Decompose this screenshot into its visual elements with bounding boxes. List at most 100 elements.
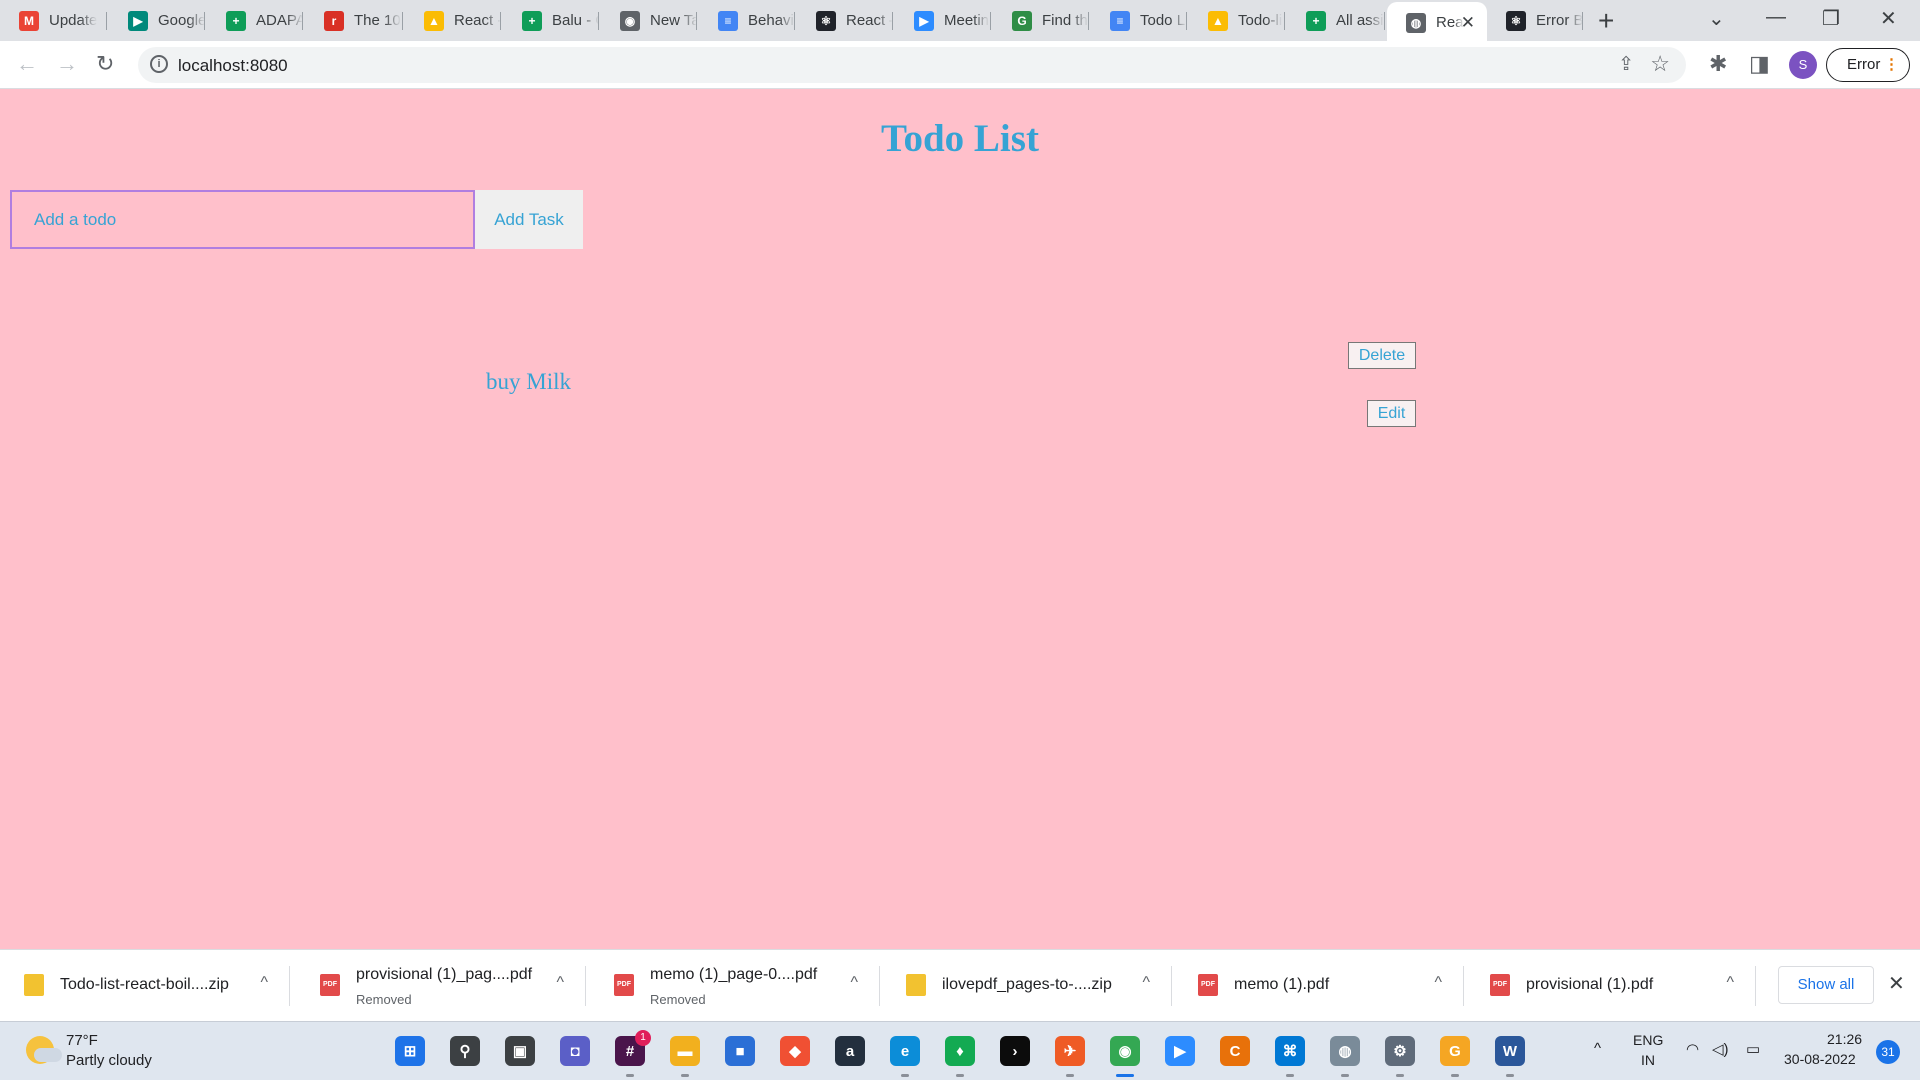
tab-label: Balu - G xyxy=(552,12,599,29)
chevron-up-icon[interactable]: ^ xyxy=(850,974,858,992)
tab[interactable]: ▲ Todo-li xyxy=(1189,0,1285,41)
address-bar[interactable]: i localhost:8080 ⇪ ☆ xyxy=(138,47,1686,83)
git-icon[interactable]: ◆ xyxy=(780,1036,810,1066)
chevron-up-icon[interactable]: ^ xyxy=(1142,974,1150,992)
tab[interactable]: ▶ Google xyxy=(109,0,205,41)
chevron-up-icon[interactable]: ^ xyxy=(260,974,268,992)
tab[interactable]: ▶ Meetin xyxy=(895,0,991,41)
clock-time[interactable]: 21:26 xyxy=(1827,1031,1862,1047)
download-item[interactable]: PDF provisional (1)_pag....pdf Removed ^ xyxy=(296,950,586,1022)
terminal-icon[interactable]: › xyxy=(1000,1036,1030,1066)
tab-label: All assi xyxy=(1336,12,1384,29)
todo-input[interactable] xyxy=(10,190,475,249)
page-title: Todo List xyxy=(881,117,1039,160)
download-item[interactable]: Todo-list-react-boil....zip ^ xyxy=(0,950,290,1022)
tab-label: Behavio xyxy=(748,12,795,29)
tab-search-icon[interactable]: ⌄ xyxy=(1708,6,1725,31)
chrome-icon[interactable]: ◉ xyxy=(1110,1036,1140,1066)
tab[interactable]: ≡ Behavio xyxy=(699,0,795,41)
tab-label: React – xyxy=(846,12,893,29)
window-close-button[interactable]: ✕ xyxy=(1880,6,1897,31)
bookmark-star-icon[interactable]: ☆ xyxy=(1650,51,1670,77)
google-sheets-icon: + xyxy=(522,10,542,31)
language-primary[interactable]: ENG xyxy=(1633,1032,1663,1048)
chevron-up-icon[interactable]: ^ xyxy=(556,974,564,992)
tab[interactable]: ≡ Todo Li xyxy=(1091,0,1187,41)
tab[interactable]: ◍ Rea ✕ xyxy=(1387,2,1487,43)
download-item[interactable]: ilovepdf_pages-to-....zip ^ xyxy=(882,950,1172,1022)
geeksforgeeks-icon: G xyxy=(1012,10,1032,31)
grammarly-icon[interactable]: G xyxy=(1440,1036,1470,1066)
copilot-icon[interactable]: C xyxy=(1220,1036,1250,1066)
downloads-bar: Todo-list-react-boil....zip ^ PDF provision… xyxy=(0,949,1920,1021)
tab-label: React - xyxy=(454,12,501,29)
extensions-icon[interactable]: ✱ xyxy=(1709,51,1727,77)
google-meet-icon: ▶ xyxy=(128,10,148,31)
add-task-button[interactable]: Add Task xyxy=(475,190,583,249)
amazon-icon[interactable]: a xyxy=(835,1036,865,1066)
tab[interactable]: G Find th xyxy=(993,0,1089,41)
error-button[interactable]: Error ⋮ xyxy=(1826,48,1910,82)
tab[interactable]: ▲ React - xyxy=(405,0,501,41)
tab[interactable]: ⚛ React – xyxy=(797,0,893,41)
profile-avatar[interactable]: S xyxy=(1789,51,1817,79)
network-globe-icon[interactable]: ◍ xyxy=(1330,1036,1360,1066)
word-icon[interactable]: W xyxy=(1495,1036,1525,1066)
edit-button[interactable]: Edit xyxy=(1367,400,1416,427)
divider xyxy=(879,966,880,1006)
windows-start-icon[interactable]: ⊞ xyxy=(395,1036,425,1066)
download-filename: provisional (1).pdf xyxy=(1526,976,1654,993)
tab-close-icon[interactable]: ✕ xyxy=(1461,13,1475,33)
google-sheets-icon: + xyxy=(1306,10,1326,31)
file-explorer-icon[interactable]: ▬ xyxy=(670,1036,700,1066)
teams-chat-icon[interactable]: ◘ xyxy=(560,1036,590,1066)
show-all-button[interactable]: Show all xyxy=(1778,966,1874,1004)
delete-button[interactable]: Delete xyxy=(1348,342,1416,369)
download-filename: Todo-list-react-boil....zip xyxy=(60,976,229,993)
tray-overflow-icon[interactable]: ^ xyxy=(1594,1040,1601,1057)
back-icon[interactable]: ← xyxy=(16,51,38,77)
download-status: Removed xyxy=(356,992,412,1007)
forward-icon[interactable]: → xyxy=(56,51,78,77)
tab[interactable]: r The 10 xyxy=(305,0,403,41)
tab[interactable]: M Update xyxy=(0,0,107,41)
tab[interactable]: + ADAPA xyxy=(207,0,303,41)
vscode-icon[interactable]: ⌘ xyxy=(1275,1036,1305,1066)
microsoft-store-icon[interactable]: ■ xyxy=(725,1036,755,1066)
download-status: Removed xyxy=(650,992,706,1007)
battery-icon[interactable]: ▭ xyxy=(1746,1040,1760,1058)
search-icon[interactable]: ⚲ xyxy=(450,1036,480,1066)
edge-icon[interactable]: e xyxy=(890,1036,920,1066)
tab[interactable]: + All assi xyxy=(1287,0,1385,41)
restore-button[interactable]: ❐ xyxy=(1822,6,1840,31)
url-text[interactable]: localhost:8080 xyxy=(178,56,288,76)
site-info-icon[interactable]: i xyxy=(150,55,168,73)
share-icon[interactable]: ⇪ xyxy=(1618,53,1634,76)
tab[interactable]: ⚛ Error B xyxy=(1487,0,1583,41)
reload-icon[interactable]: ↻ xyxy=(96,51,114,77)
chevron-up-icon[interactable]: ^ xyxy=(1726,974,1734,992)
wifi-icon[interactable]: ◠ xyxy=(1686,1040,1699,1058)
settings-icon[interactable]: ⚙ xyxy=(1385,1036,1415,1066)
new-tab-button[interactable]: + xyxy=(1598,5,1614,37)
clock-date[interactable]: 30-08-2022 xyxy=(1784,1051,1856,1067)
google-drive-icon: ▲ xyxy=(424,10,444,31)
zoom-icon[interactable]: ▶ xyxy=(1165,1036,1195,1066)
download-item[interactable]: PDF memo (1).pdf ^ xyxy=(1174,950,1464,1022)
language-secondary[interactable]: IN xyxy=(1641,1052,1655,1068)
notification-badge[interactable]: 31 xyxy=(1876,1040,1900,1064)
downloads-close-icon[interactable]: ✕ xyxy=(1888,971,1905,996)
postman-icon[interactable]: ✈ xyxy=(1055,1036,1085,1066)
weather-temp: 77°F xyxy=(66,1032,98,1049)
download-item[interactable]: PDF memo (1)_page-0....pdf Removed ^ xyxy=(590,950,880,1022)
tab[interactable]: + Balu - G xyxy=(503,0,599,41)
minimize-button[interactable]: — xyxy=(1766,6,1786,29)
tab[interactable]: ◉ New Ta xyxy=(601,0,697,41)
chevron-up-icon[interactable]: ^ xyxy=(1434,974,1442,992)
volume-icon[interactable]: ◁) xyxy=(1712,1040,1729,1058)
task-view-icon[interactable]: ▣ xyxy=(505,1036,535,1066)
mongodb-icon[interactable]: ♦ xyxy=(945,1036,975,1066)
side-panel-icon[interactable]: ◨ xyxy=(1749,51,1770,77)
download-item[interactable]: PDF provisional (1).pdf ^ xyxy=(1466,950,1756,1022)
screen: M Update ▶ Google + ADAPA r The 10 ▲ React - + Balu… xyxy=(0,0,1920,1080)
